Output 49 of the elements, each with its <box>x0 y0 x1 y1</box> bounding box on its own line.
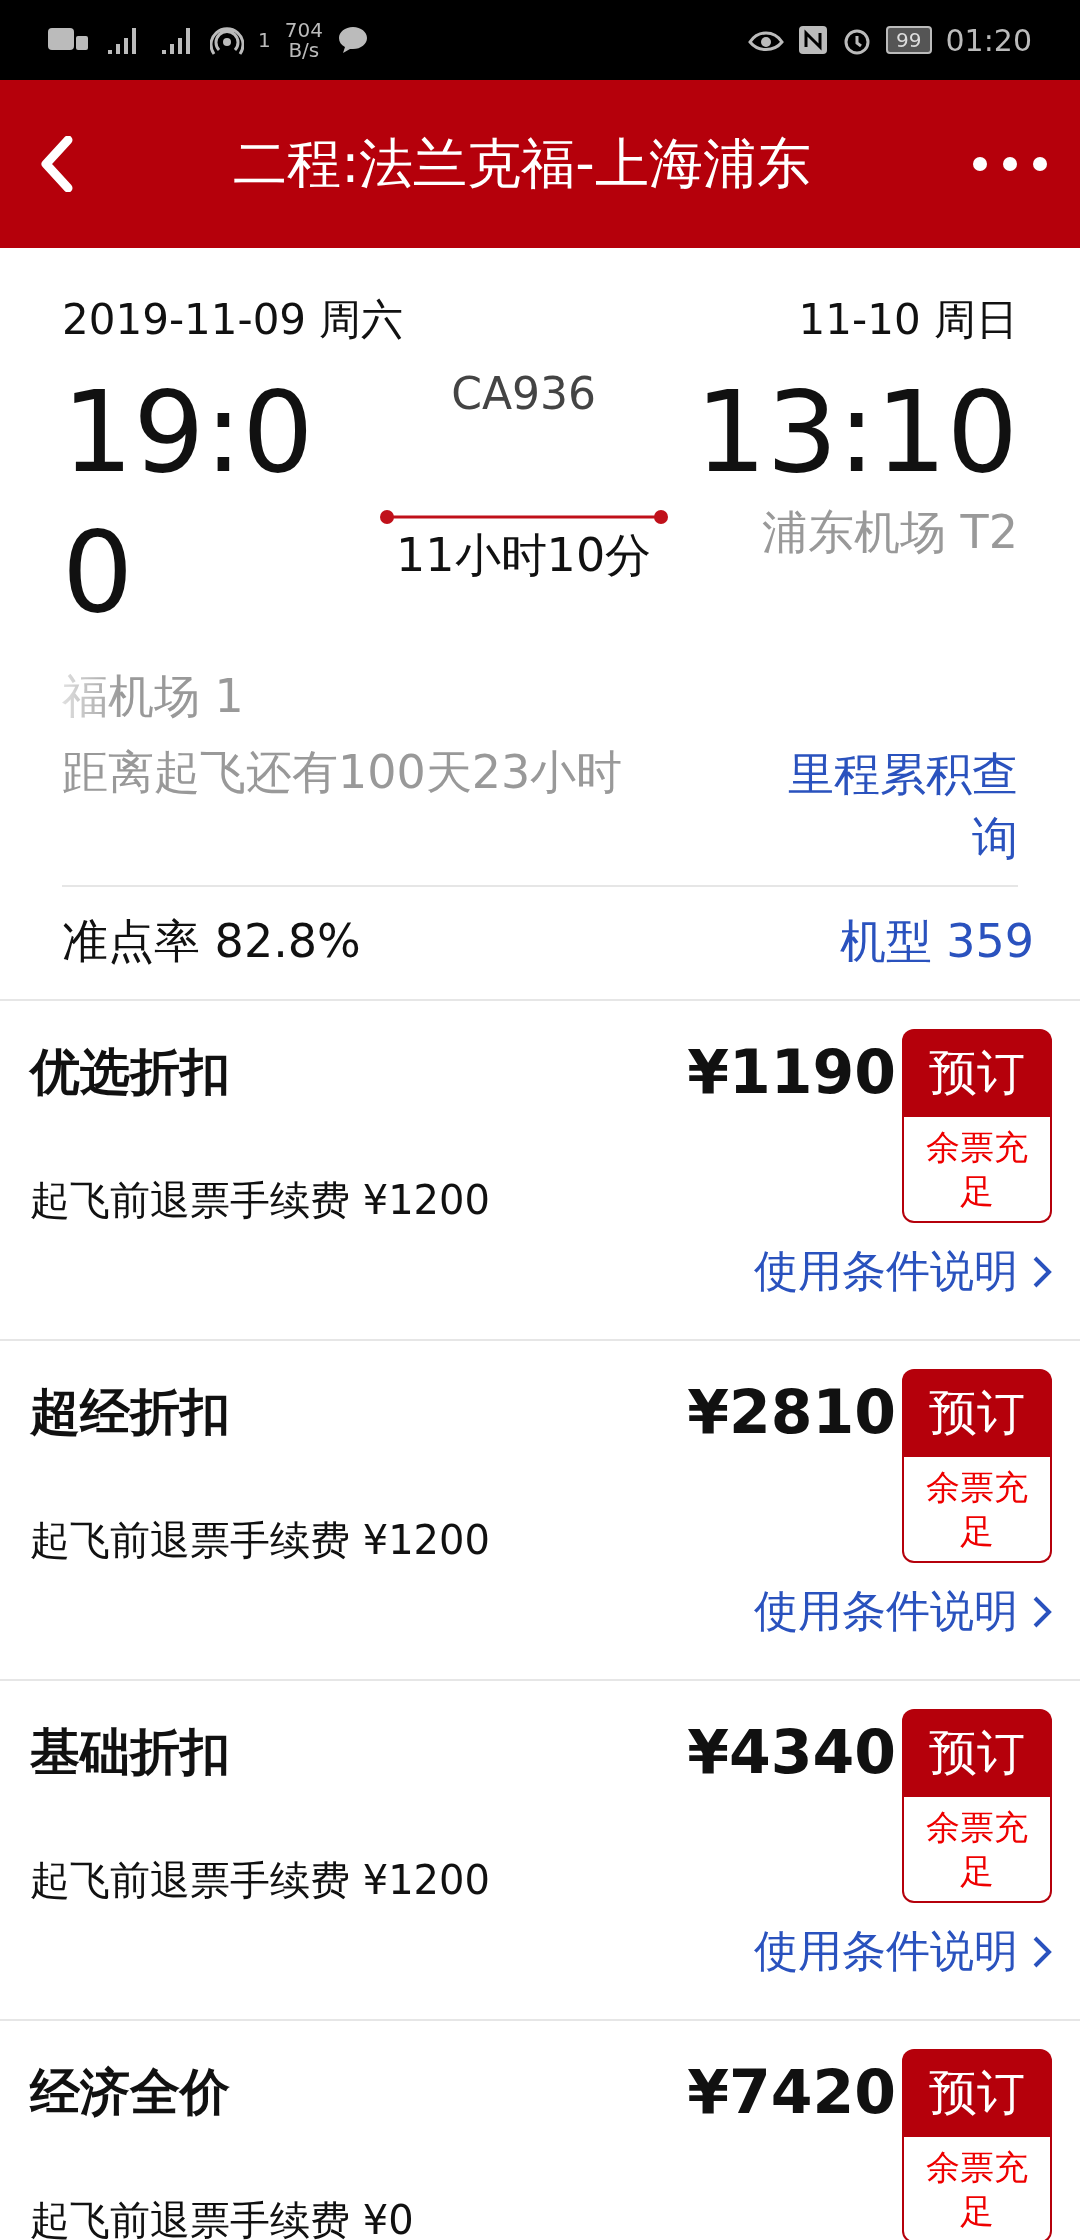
chevron-icon <box>1032 1934 1052 1969</box>
availability-label: 余票充足 <box>902 1456 1052 1564</box>
terms-link[interactable]: 使用条件说明 <box>754 1922 1052 1982</box>
chevron-icon <box>1032 1254 1052 1289</box>
fare-price: ¥7420 <box>687 2056 896 2127</box>
countdown-text: 距离起飞还有100天23小时 <box>62 744 623 801</box>
hotspot-icon <box>210 24 244 56</box>
more-icon[interactable] <box>970 154 1050 174</box>
flight-number: CA936 <box>451 368 596 419</box>
on-time-rate: 准点率 82.8% <box>62 912 361 970</box>
refund-fee: 起飞前退票手续费 ¥1200 <box>30 1516 490 1566</box>
terms-link[interactable]: 使用条件说明 <box>754 1242 1052 1302</box>
mileage-link[interactable]: 里程累积查询 <box>758 742 1018 871</box>
fare-price: ¥1190 <box>687 1036 896 1107</box>
page-title: 二程:法兰克福-上海浦东 <box>232 130 812 197</box>
aircraft-link[interactable]: 机型 359 <box>839 910 1034 973</box>
speed-unit: B/s <box>288 40 320 60</box>
availability-label: 余票充足 <box>902 2136 1052 2240</box>
availability-label: 余票充足 <box>902 1796 1052 1904</box>
arrival-date: 11-10 周日 <box>798 294 1018 346</box>
fare-price: ¥4340 <box>687 1716 896 1787</box>
network-speed: 704 <box>284 20 323 40</box>
nfc-icon <box>798 25 829 55</box>
refund-fee: 起飞前退票手续费 ¥0 <box>30 2196 414 2240</box>
refund-fee: 起飞前退票手续费 ¥1200 <box>30 1856 490 1906</box>
book-button[interactable]: 预订 <box>902 2048 1052 2137</box>
battery-level: 99 <box>886 26 932 54</box>
availability-label: 余票充足 <box>902 1116 1052 1224</box>
terms-link[interactable]: 使用条件说明 <box>754 1582 1052 1642</box>
departure-airport: 福机场 1 <box>62 668 244 725</box>
book-button[interactable]: 预订 <box>902 1368 1052 1457</box>
flight-duration: 11小时10分 <box>396 527 652 584</box>
fare-name: 优选折扣 <box>30 1041 230 1103</box>
fare-name: 超经折扣 <box>30 1381 230 1443</box>
book-button[interactable]: 预订 <box>902 1028 1052 1117</box>
chat-icon <box>336 25 369 55</box>
hotspot-count: 1 <box>258 30 271 50</box>
clock-time: 01:20 <box>945 22 1032 58</box>
departure-date: 2019-11-09 周六 <box>62 294 404 346</box>
chevron-icon <box>1032 1594 1052 1629</box>
refund-fee: 起飞前退票手续费 ¥1200 <box>30 1176 490 1226</box>
book-button[interactable]: 预订 <box>902 1708 1052 1797</box>
back-icon[interactable] <box>40 136 74 192</box>
arrival-time: 13:10 <box>695 366 1018 499</box>
fare-name: 基础折扣 <box>30 1721 230 1783</box>
fare-name: 经济全价 <box>30 2061 230 2123</box>
departure-time: 19:00 <box>62 366 315 639</box>
fare-price: ¥2810 <box>687 1376 896 1447</box>
arrival-airport: 浦东机场 T2 <box>762 504 1018 561</box>
